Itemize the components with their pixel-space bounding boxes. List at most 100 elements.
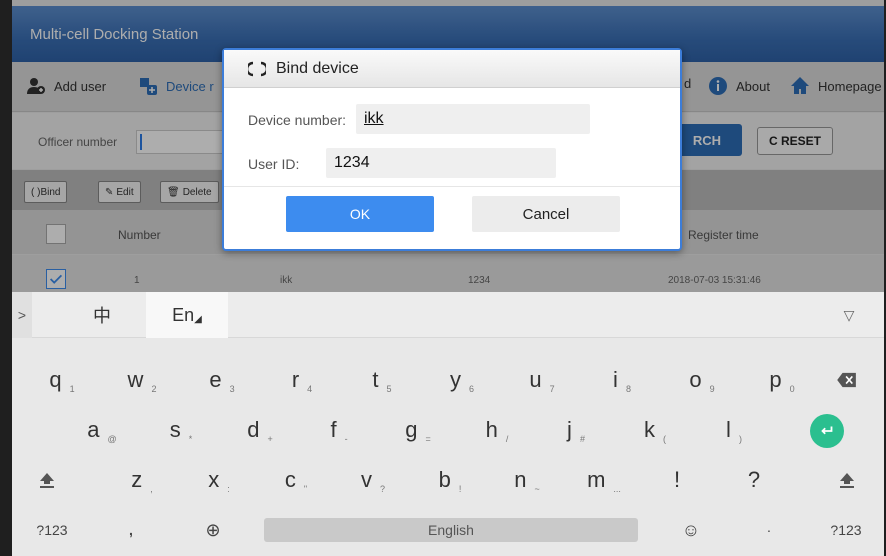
lang-english-label: En bbox=[172, 304, 195, 325]
key-t[interactable]: t5 bbox=[352, 360, 412, 400]
shift-icon bbox=[40, 473, 54, 488]
key-secondary-label: @ bbox=[107, 434, 117, 444]
key-z[interactable]: z, bbox=[112, 460, 172, 500]
key-i[interactable]: i8 bbox=[592, 360, 652, 400]
key-label: o bbox=[689, 367, 702, 392]
key-s[interactable]: s * bbox=[151, 410, 211, 450]
shift-icon bbox=[840, 473, 854, 488]
key-label: a bbox=[87, 417, 100, 442]
app-window: Multi-cell Docking Station Add user Devi… bbox=[12, 0, 884, 556]
key-label: s bbox=[169, 417, 181, 442]
bind-device-dialog: Bind device Device number: ikk User ID: … bbox=[222, 48, 682, 251]
key-secondary-label: 1 bbox=[69, 384, 75, 394]
device-number-label: Device number: bbox=[248, 112, 347, 128]
key-j[interactable]: j # bbox=[546, 410, 606, 450]
user-id-label: User ID: bbox=[248, 156, 300, 172]
comma-key[interactable]: , bbox=[116, 512, 146, 548]
key-?[interactable]: ? bbox=[728, 460, 788, 500]
backspace-icon bbox=[837, 372, 856, 388]
shift-left-key[interactable] bbox=[30, 460, 64, 500]
key-v[interactable]: v? bbox=[343, 460, 403, 500]
key-label: y bbox=[449, 367, 461, 392]
key-l[interactable]: l) bbox=[704, 410, 764, 450]
cancel-button[interactable]: Cancel bbox=[472, 196, 620, 232]
key-secondary-label: , bbox=[150, 484, 153, 494]
key-secondary-label: 8 bbox=[625, 384, 631, 394]
key-secondary-label: 7 bbox=[549, 384, 555, 394]
key-h[interactable]: h / bbox=[467, 410, 527, 450]
key-n[interactable]: n ~ bbox=[497, 460, 557, 500]
key-label: n bbox=[514, 467, 527, 492]
key-secondary-label: ~ bbox=[534, 484, 540, 494]
key-a[interactable]: a @ bbox=[72, 410, 132, 450]
user-id-input[interactable]: 1234 bbox=[326, 148, 556, 178]
enter-key[interactable] bbox=[810, 414, 844, 448]
key-secondary-label: 9 bbox=[709, 384, 715, 394]
key-label: d bbox=[247, 417, 260, 442]
key-label: x bbox=[208, 467, 220, 492]
key-k[interactable]: k( bbox=[625, 410, 685, 450]
key-![interactable]: ! bbox=[651, 460, 711, 500]
key-secondary-label: ... bbox=[613, 484, 621, 494]
bind-icon bbox=[248, 61, 266, 76]
backspace-key[interactable] bbox=[828, 360, 866, 400]
lang-corner-icon: ◢ bbox=[194, 313, 202, 325]
chevron-right-icon[interactable]: > bbox=[12, 292, 32, 338]
key-label: b bbox=[438, 467, 451, 492]
key-secondary-label: 2 bbox=[151, 384, 157, 394]
key-d[interactable]: d + bbox=[230, 410, 290, 450]
key-label: g bbox=[405, 417, 418, 442]
dialog-header: Bind device bbox=[224, 50, 680, 88]
emoji-icon[interactable]: ☺ bbox=[676, 512, 706, 548]
space-key[interactable]: English bbox=[264, 518, 638, 542]
period-key[interactable]: · bbox=[754, 512, 784, 548]
keyboard-toolbar: > 中 En ◢ ▽ bbox=[12, 292, 884, 338]
key-w[interactable]: w2 bbox=[112, 360, 172, 400]
key-label: f bbox=[330, 417, 337, 442]
key-b[interactable]: b! bbox=[420, 460, 480, 500]
lang-chinese[interactable]: 中 bbox=[62, 292, 142, 338]
key-label: c bbox=[284, 467, 296, 492]
key-secondary-label: = bbox=[425, 434, 431, 444]
key-label: i bbox=[613, 367, 618, 392]
symbols-left-key[interactable]: ?123 bbox=[22, 512, 82, 548]
dialog-title: Bind device bbox=[276, 59, 359, 77]
key-secondary-label: 5 bbox=[386, 384, 392, 394]
ok-button[interactable]: OK bbox=[286, 196, 434, 232]
shift-right-key[interactable] bbox=[830, 460, 864, 500]
key-e[interactable]: e3 bbox=[192, 360, 252, 400]
key-secondary-label: # bbox=[579, 434, 585, 444]
globe-icon[interactable]: ⊕ bbox=[198, 512, 228, 548]
key-p[interactable]: p0 bbox=[752, 360, 812, 400]
symbols-right-key[interactable]: ?123 bbox=[816, 512, 876, 548]
key-label: ? bbox=[747, 467, 761, 492]
key-y[interactable]: y6 bbox=[432, 360, 492, 400]
key-label: k bbox=[644, 417, 655, 442]
key-secondary-label: - bbox=[344, 434, 348, 444]
key-secondary-label: ) bbox=[738, 434, 742, 444]
key-g[interactable]: g = bbox=[388, 410, 448, 450]
key-label: r bbox=[291, 367, 300, 392]
key-secondary-label: : bbox=[227, 484, 230, 494]
key-secondary-label: ! bbox=[458, 484, 462, 494]
key-u[interactable]: u7 bbox=[512, 360, 572, 400]
key-secondary-label: 4 bbox=[307, 384, 313, 394]
key-secondary-label: ? bbox=[379, 484, 385, 494]
key-f[interactable]: f- bbox=[309, 410, 369, 450]
lang-english[interactable]: En ◢ bbox=[146, 292, 228, 338]
key-label: l bbox=[726, 417, 731, 442]
key-q[interactable]: q1 bbox=[32, 360, 92, 400]
key-secondary-label: / bbox=[505, 434, 509, 444]
key-c[interactable]: c " bbox=[266, 460, 326, 500]
key-x[interactable]: x: bbox=[189, 460, 249, 500]
key-label: ! bbox=[673, 467, 681, 492]
key-secondary-label: 3 bbox=[229, 384, 235, 394]
key-o[interactable]: o9 bbox=[672, 360, 732, 400]
key-label: u bbox=[529, 367, 542, 392]
key-r[interactable]: r4 bbox=[272, 360, 332, 400]
key-secondary-label: " bbox=[303, 484, 308, 494]
key-m[interactable]: m... bbox=[574, 460, 634, 500]
key-secondary-label: + bbox=[267, 434, 273, 444]
hide-keyboard-icon[interactable]: ▽ bbox=[834, 292, 864, 338]
device-number-input[interactable]: ikk bbox=[356, 104, 590, 134]
